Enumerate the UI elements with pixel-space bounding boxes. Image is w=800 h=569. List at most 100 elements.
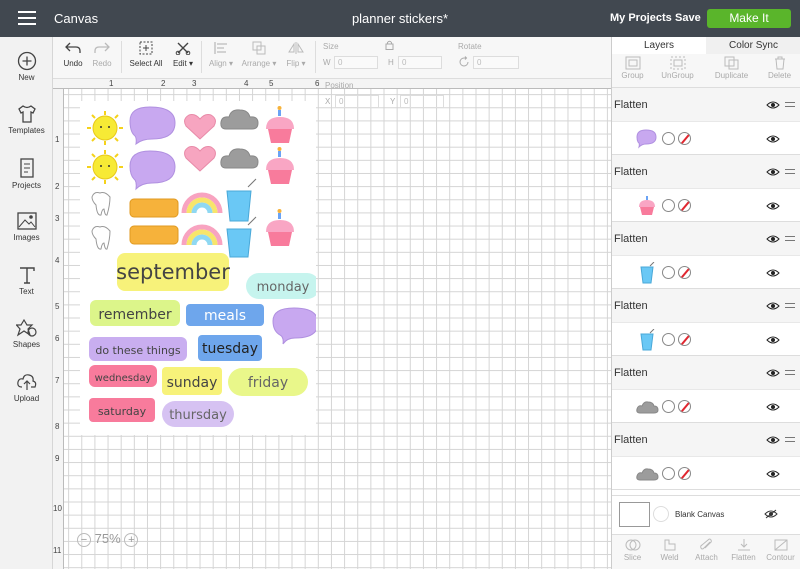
- ungroup-button[interactable]: UnGroup: [654, 56, 701, 80]
- layer-group-header[interactable]: Flatten: [612, 155, 800, 189]
- drag-handle-icon[interactable]: [785, 303, 795, 311]
- layer-row[interactable]: [612, 457, 800, 490]
- layer-row[interactable]: [612, 189, 800, 222]
- layer-group[interactable]: Flatten: [612, 423, 800, 490]
- upload-button[interactable]: Upload: [0, 372, 53, 403]
- drink-glass-sticker[interactable]: [226, 216, 257, 258]
- cloud-sticker[interactable]: [220, 148, 259, 169]
- zoom-out-button[interactable]: −: [77, 532, 91, 547]
- slice-button[interactable]: Slice: [614, 538, 651, 562]
- no-fill-icon[interactable]: [678, 400, 691, 413]
- eye-icon[interactable]: [766, 335, 780, 345]
- drag-handle-icon[interactable]: [785, 437, 795, 445]
- drag-handle-icon[interactable]: [785, 370, 795, 378]
- lock-icon[interactable]: [385, 40, 394, 50]
- flip-dropdown[interactable]: Flip ▾: [283, 41, 309, 68]
- eye-icon[interactable]: [766, 402, 780, 412]
- zoom-in-button[interactable]: +: [124, 532, 139, 547]
- text-button[interactable]: Text: [0, 265, 53, 296]
- shapes-button[interactable]: Shapes: [0, 318, 53, 349]
- eye-icon[interactable]: [766, 234, 780, 244]
- blank-canvas-color[interactable]: [653, 506, 669, 522]
- width-field[interactable]: 0: [334, 56, 378, 69]
- eye-icon[interactable]: [766, 134, 780, 144]
- rotate-field[interactable]: 0: [473, 56, 519, 69]
- cupcake-sticker[interactable]: [266, 106, 294, 143]
- speech-bubble-sticker[interactable]: [129, 150, 176, 191]
- blank-canvas-row[interactable]: Blank Canvas: [612, 495, 800, 535]
- layer-group-header[interactable]: Flatten: [612, 356, 800, 390]
- layer-row[interactable]: [612, 256, 800, 289]
- my-projects-link[interactable]: My Projects: [610, 12, 672, 24]
- drink-glass-sticker[interactable]: [226, 178, 257, 222]
- eye-icon[interactable]: [766, 435, 780, 445]
- heart-sticker[interactable]: [184, 114, 216, 140]
- layer-group[interactable]: Flatten: [612, 88, 800, 155]
- tooth-sticker[interactable]: [91, 192, 111, 216]
- layer-row[interactable]: [612, 122, 800, 155]
- design-canvas[interactable]: 1 2 3 4 5 6 1 2 3 4 5 6 7 8 9 10 11 sept…: [53, 79, 611, 569]
- eye-icon[interactable]: [766, 301, 780, 311]
- align-dropdown[interactable]: Align ▾: [206, 41, 236, 68]
- duplicate-button[interactable]: Duplicate: [708, 56, 755, 80]
- drag-handle-icon[interactable]: [785, 236, 795, 244]
- layer-color-swatch[interactable]: [662, 266, 675, 279]
- heart-sticker[interactable]: [184, 146, 216, 172]
- eye-icon[interactable]: [766, 368, 780, 378]
- select-all-button[interactable]: Select All: [127, 41, 165, 68]
- tab-layers[interactable]: Layers: [612, 37, 706, 54]
- layer-group[interactable]: Flatten: [612, 356, 800, 423]
- undo-button[interactable]: Undo: [61, 41, 85, 68]
- cupcake-sticker[interactable]: [266, 209, 294, 246]
- contour-button[interactable]: Contour: [762, 538, 799, 562]
- layer-group-header[interactable]: Flatten: [612, 423, 800, 457]
- layer-group[interactable]: Flatten: [612, 222, 800, 289]
- layer-group-header[interactable]: Flatten: [612, 289, 800, 323]
- arrange-dropdown[interactable]: Arrange ▾: [241, 41, 277, 68]
- layer-color-swatch[interactable]: [662, 132, 675, 145]
- eye-icon[interactable]: [766, 201, 780, 211]
- no-fill-icon[interactable]: [678, 333, 691, 346]
- projects-button[interactable]: Projects: [0, 157, 53, 190]
- height-field[interactable]: 0: [398, 56, 442, 69]
- y-field[interactable]: 0: [400, 95, 444, 108]
- templates-button[interactable]: Templates: [0, 104, 53, 135]
- bandaid-sticker[interactable]: [129, 198, 179, 218]
- layer-color-swatch[interactable]: [662, 467, 675, 480]
- layer-row[interactable]: [612, 390, 800, 423]
- layer-group[interactable]: Flatten: [612, 289, 800, 356]
- x-field[interactable]: 0: [335, 95, 379, 108]
- eye-icon[interactable]: [766, 167, 780, 177]
- make-it-button[interactable]: Make It: [707, 9, 791, 28]
- rainbow-sticker[interactable]: [181, 192, 223, 214]
- eye-icon[interactable]: [766, 469, 780, 479]
- layer-color-swatch[interactable]: [662, 400, 675, 413]
- save-button[interactable]: Save: [675, 12, 701, 24]
- speech-bubble-sticker[interactable]: [272, 307, 319, 345]
- eye-icon[interactable]: [766, 268, 780, 278]
- sun-sticker[interactable]: [87, 111, 123, 145]
- no-fill-icon[interactable]: [678, 199, 691, 212]
- weld-button[interactable]: Weld: [651, 538, 688, 562]
- layer-group-header[interactable]: Flatten: [612, 222, 800, 256]
- no-fill-icon[interactable]: [678, 132, 691, 145]
- layer-group-header[interactable]: Flatten: [612, 88, 800, 122]
- delete-button[interactable]: Delete: [756, 56, 800, 80]
- eye-icon[interactable]: [766, 100, 780, 110]
- blank-canvas-swatch[interactable]: [619, 502, 650, 527]
- sun-sticker[interactable]: [87, 150, 123, 184]
- tab-color-sync[interactable]: Color Sync: [706, 37, 800, 54]
- attach-button[interactable]: Attach: [688, 538, 725, 562]
- drag-handle-icon[interactable]: [785, 169, 795, 177]
- group-button[interactable]: Group: [609, 56, 656, 80]
- new-button[interactable]: New: [0, 51, 53, 82]
- layer-color-swatch[interactable]: [662, 333, 675, 346]
- no-fill-icon[interactable]: [678, 467, 691, 480]
- cupcake-sticker[interactable]: [266, 147, 294, 184]
- flatten-button[interactable]: Flatten: [725, 538, 762, 562]
- drag-handle-icon[interactable]: [785, 102, 795, 110]
- menu-icon[interactable]: [18, 11, 36, 25]
- bandaid-sticker[interactable]: [129, 225, 179, 245]
- images-button[interactable]: Images: [0, 211, 53, 242]
- layer-color-swatch[interactable]: [662, 199, 675, 212]
